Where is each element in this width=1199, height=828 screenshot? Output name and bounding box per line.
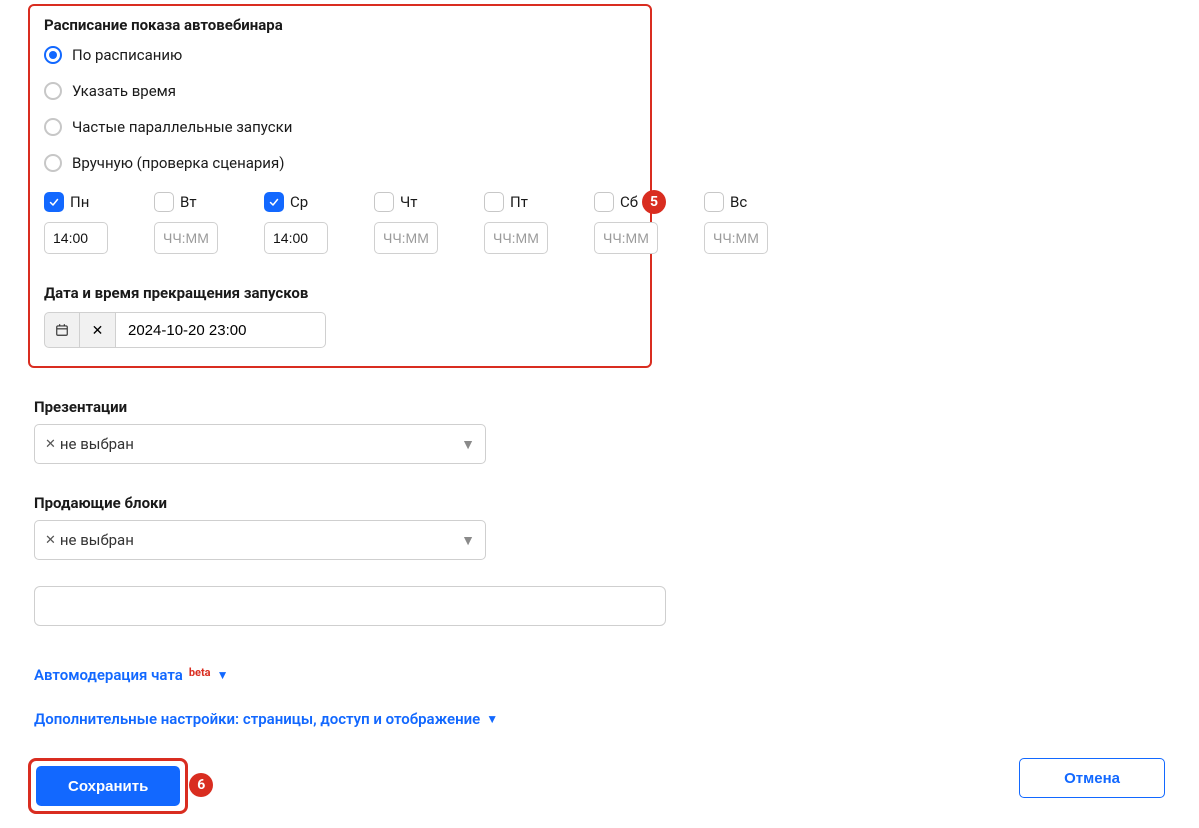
save-button[interactable]: Сохранить: [36, 766, 180, 806]
day-label: Вт: [180, 193, 197, 211]
chevron-down-icon: ▼: [461, 436, 475, 453]
annotation-6: 6: [189, 773, 213, 797]
day-checkbox[interactable]: [484, 192, 504, 212]
selling-blocks-select[interactable]: ✕ не выбран ▼: [34, 520, 486, 560]
chevron-down-icon: ▼: [461, 532, 475, 549]
radio-icon[interactable]: [44, 118, 62, 136]
day-col-Вс: Вс: [704, 192, 768, 254]
day-time-input[interactable]: [264, 222, 328, 254]
radio-icon[interactable]: [44, 46, 62, 64]
day-col-Ср: Ср: [264, 192, 328, 254]
schedule-option-1[interactable]: Указать время: [44, 82, 636, 100]
stop-date-group: ✕: [44, 312, 636, 348]
automod-label: Автомодерация чата: [34, 666, 183, 684]
schedule-title: Расписание показа автовебинара: [44, 16, 636, 34]
day-checkbox[interactable]: [154, 192, 174, 212]
day-time-input[interactable]: [484, 222, 548, 254]
day-time-input[interactable]: [44, 222, 108, 254]
day-col-Чт: Чт: [374, 192, 438, 254]
chip-label: не выбран: [60, 435, 134, 453]
day-time-input[interactable]: [594, 222, 658, 254]
radio-label: По расписанию: [72, 46, 182, 64]
schedule-option-3[interactable]: Вручную (проверка сценария): [44, 154, 636, 172]
chip-label: не выбран: [60, 531, 134, 549]
day-checkbox[interactable]: [264, 192, 284, 212]
radio-label: Частые параллельные запуски: [72, 118, 292, 136]
schedule-panel: 5 Расписание показа автовебинара По расп…: [28, 4, 652, 368]
day-time-input[interactable]: [704, 222, 768, 254]
beta-badge: beta: [189, 666, 211, 679]
radio-label: Указать время: [72, 82, 176, 100]
radio-icon[interactable]: [44, 82, 62, 100]
extra-settings-toggle[interactable]: Дополнительные настройки: страницы, дост…: [34, 710, 1199, 728]
chip-remove-icon[interactable]: ✕: [45, 533, 56, 548]
clear-date-icon[interactable]: ✕: [80, 312, 116, 348]
day-checkbox[interactable]: [374, 192, 394, 212]
radio-icon[interactable]: [44, 154, 62, 172]
cancel-button[interactable]: Отмена: [1019, 758, 1165, 798]
chevron-down-icon: ▼: [217, 668, 229, 682]
chip-remove-icon[interactable]: ✕: [45, 437, 56, 452]
calendar-icon[interactable]: [44, 312, 80, 348]
day-checkbox[interactable]: [704, 192, 724, 212]
day-checkbox[interactable]: [594, 192, 614, 212]
day-time-input[interactable]: [374, 222, 438, 254]
annotation-5: 5: [642, 190, 666, 214]
extra-input[interactable]: [34, 586, 666, 626]
extra-settings-label: Дополнительные настройки: страницы, дост…: [34, 710, 480, 728]
presentations-select[interactable]: ✕ не выбран ▼: [34, 424, 486, 464]
day-col-Вт: Вт: [154, 192, 218, 254]
day-label: Пн: [70, 193, 89, 211]
day-label: Вс: [730, 193, 747, 211]
day-label: Чт: [400, 193, 417, 211]
presentations-field: Презентации ✕ не выбран ▼: [34, 398, 486, 464]
selling-blocks-field: Продающие блоки ✕ не выбран ▼: [34, 494, 486, 560]
footer: Сохранить 6 Отмена: [28, 758, 1165, 814]
radio-label: Вручную (проверка сценария): [72, 154, 284, 172]
day-col-Пт: Пт: [484, 192, 548, 254]
chevron-down-icon: ▼: [486, 712, 498, 726]
day-col-Пн: Пн: [44, 192, 108, 254]
automod-toggle[interactable]: Автомодерация чата beta ▼: [34, 666, 1199, 684]
stop-date-title: Дата и время прекращения запусков: [44, 284, 636, 302]
day-label: Сб: [620, 193, 638, 211]
save-highlight: Сохранить 6: [28, 758, 188, 814]
day-checkbox[interactable]: [44, 192, 64, 212]
day-label: Пт: [510, 193, 528, 211]
schedule-option-2[interactable]: Частые параллельные запуски: [44, 118, 636, 136]
day-label: Ср: [290, 193, 308, 211]
stop-date-input[interactable]: [116, 312, 326, 348]
day-time-input[interactable]: [154, 222, 218, 254]
presentations-label: Презентации: [34, 398, 486, 416]
presentations-chip[interactable]: ✕ не выбран: [45, 435, 134, 453]
selling-blocks-label: Продающие блоки: [34, 494, 486, 512]
schedule-option-0[interactable]: По расписанию: [44, 46, 636, 64]
selling-blocks-chip[interactable]: ✕ не выбран: [45, 531, 134, 549]
